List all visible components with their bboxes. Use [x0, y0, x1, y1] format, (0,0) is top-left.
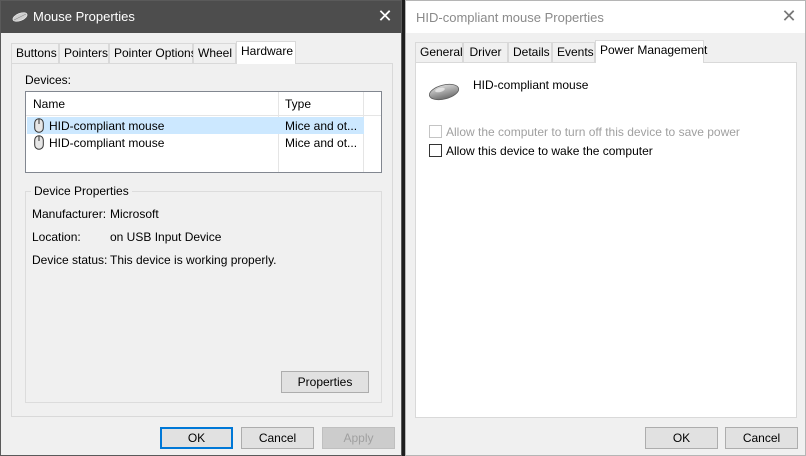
device-type: Mice and ot... [285, 136, 358, 150]
device-properties-title: Device Properties [31, 184, 132, 198]
tab-pointers[interactable]: Pointers [59, 43, 109, 63]
turn-off-label: Allow the computer to turn off this devi… [446, 125, 740, 139]
tab-driver[interactable]: Driver [463, 42, 508, 62]
device-name: HID-compliant mouse [473, 78, 589, 92]
devices-label: Devices: [25, 73, 72, 87]
close-icon[interactable]: ✕ [375, 7, 395, 27]
tab-general[interactable]: General [415, 42, 463, 62]
properties-button[interactable]: Properties [281, 371, 369, 393]
ok-button[interactable]: OK [160, 427, 233, 449]
device-status-label: Device status: [32, 253, 108, 267]
mouse-device-icon [428, 83, 460, 101]
manufacturer-label: Manufacturer: [32, 207, 107, 221]
wake-checkbox[interactable] [429, 144, 442, 157]
list-header: Name Type [26, 92, 381, 116]
list-item[interactable]: HID-compliant mouse Mice and ot... [27, 117, 364, 134]
cancel-button[interactable]: Cancel [241, 427, 314, 449]
device-name: HID-compliant mouse [49, 136, 165, 150]
tab-strip: Buttons Pointers Pointer Options Wheel H… [11, 41, 391, 64]
mouse-device-icon [34, 118, 44, 133]
device-status-value: This device is working properly. [110, 253, 277, 267]
window-title: Mouse Properties [33, 9, 135, 24]
column-header-type[interactable]: Type [285, 97, 311, 111]
tab-pointer-options[interactable]: Pointer Options [109, 43, 197, 63]
column-header-name[interactable]: Name [33, 97, 65, 111]
tab-buttons[interactable]: Buttons [11, 43, 59, 63]
tab-power-management[interactable]: Power Management [595, 40, 707, 63]
tab-hardware[interactable]: Hardware [236, 41, 296, 64]
ok-button[interactable]: OK [645, 427, 718, 449]
tab-strip: General Driver Details Events Power Mana… [415, 40, 797, 63]
tab-events[interactable]: Events [552, 42, 595, 62]
apply-button[interactable]: Apply [322, 427, 395, 449]
title-bar[interactable]: Mouse Properties ✕ [1, 1, 401, 33]
location-label: Location: [32, 230, 81, 244]
device-type: Mice and ot... [285, 119, 358, 133]
tab-wheel[interactable]: Wheel [193, 43, 236, 63]
tab-details[interactable]: Details [508, 42, 552, 62]
location-value: on USB Input Device [110, 230, 222, 244]
cancel-button[interactable]: Cancel [725, 427, 798, 449]
close-icon[interactable]: ✕ [779, 7, 799, 27]
turn-off-checkbox[interactable] [429, 125, 442, 138]
window-title: HID-compliant mouse Properties [416, 10, 604, 25]
mouse-properties-dialog: Mouse Properties ✕ Buttons Pointers Poin… [0, 0, 402, 456]
power-management-panel [415, 62, 797, 418]
mouse-device-icon [34, 135, 44, 150]
manufacturer-value: Microsoft [110, 207, 159, 221]
device-name: HID-compliant mouse [49, 119, 165, 133]
hid-mouse-properties-dialog: HID-compliant mouse Properties ✕ General… [405, 0, 806, 456]
devices-list[interactable]: Name Type HID-compliant mouse Mice and o… [25, 91, 382, 173]
list-item[interactable]: HID-compliant mouse Mice and ot... [27, 134, 364, 151]
wake-label: Allow this device to wake the computer [446, 144, 653, 158]
mouse-icon [12, 12, 28, 22]
title-bar[interactable]: HID-compliant mouse Properties ✕ [406, 1, 805, 33]
